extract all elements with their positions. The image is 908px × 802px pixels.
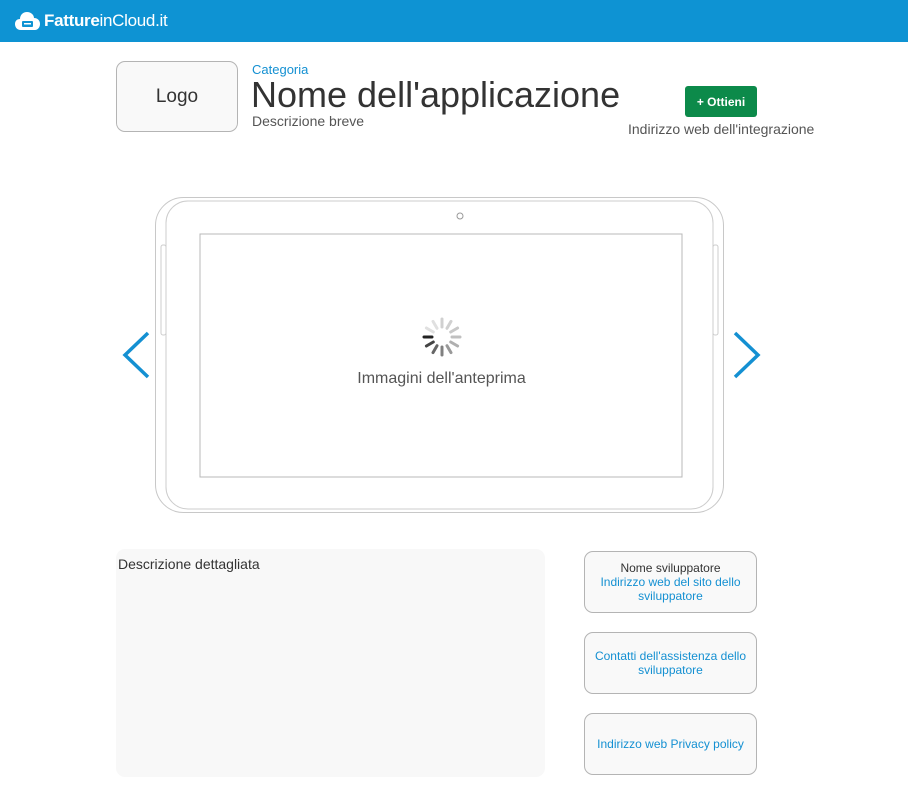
app-short-description: Descrizione breve [252, 113, 365, 129]
developer-website-link[interactable]: Indirizzo web del sito dello sviluppator… [591, 575, 750, 603]
loading-spinner-icon [422, 317, 461, 357]
get-button[interactable]: + Ottieni [685, 86, 757, 117]
brand-name-light: inCloud.it [99, 11, 168, 30]
brand-name-bold: Fatture [44, 11, 100, 30]
chevron-right-icon [733, 331, 761, 379]
preview-screen: Immagini dell'anteprima [200, 234, 683, 478]
developer-name: Nome sviluppatore [620, 561, 721, 575]
detailed-description-label: Descrizione dettagliata [118, 556, 260, 572]
developer-support-link[interactable]: Contatti dell'assistenza dello sviluppat… [591, 649, 750, 677]
chevron-left-icon [122, 331, 150, 379]
preview-label: Immagini dell'anteprima [357, 370, 526, 387]
cloud-icon [15, 12, 40, 30]
brand-logo[interactable]: Fatture inCloud.it [14, 9, 168, 33]
next-image-button[interactable] [732, 331, 762, 379]
previous-image-button[interactable] [121, 331, 151, 379]
developer-card: Nome sviluppatore Indirizzo web del sito… [584, 551, 757, 613]
support-card: Contatti dell'assistenza dello sviluppat… [584, 632, 757, 694]
detailed-description-box: Descrizione dettagliata [116, 549, 545, 777]
app-title: Nome dell'applicazione [251, 74, 621, 115]
top-bar: Fatture inCloud.it [0, 0, 908, 42]
app-logo-label: Logo [155, 85, 199, 107]
app-logo: Logo [116, 61, 238, 132]
privacy-policy-link[interactable]: Indirizzo web Privacy policy [597, 737, 744, 751]
privacy-card: Indirizzo web Privacy policy [584, 713, 757, 775]
integration-url[interactable]: Indirizzo web dell'integrazione [628, 121, 814, 137]
